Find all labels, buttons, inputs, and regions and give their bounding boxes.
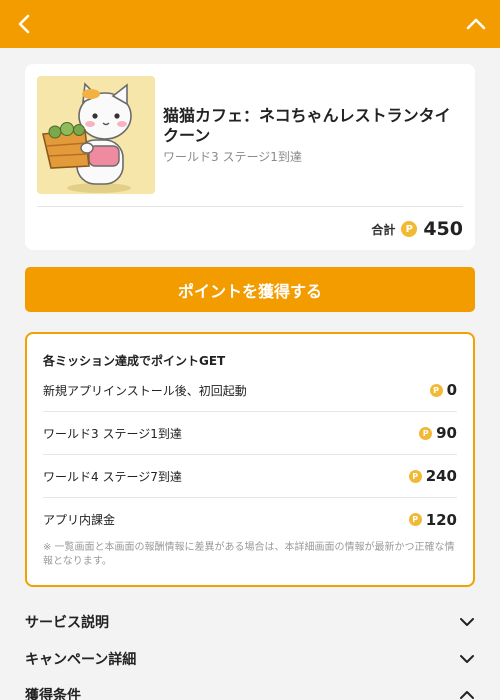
accordion-label: キャンペーン詳細: [25, 652, 137, 668]
app-title: 猫猫カフェ：ネコちゃんレストランタイクーン: [163, 106, 451, 145]
disclaimer-note: ※ 一覧画面と本画面の報酬情報に差異がある場合は、本詳細画面の情報が最新かつ正確…: [43, 542, 455, 567]
mission-list-box: 各ミッション達成でポイントGET 新規アプリインストール後、初回起動 P 0 ワ…: [25, 332, 475, 587]
chevron-down-icon: [460, 618, 474, 626]
chevron-up-icon: [466, 18, 486, 30]
mission-points: P 90: [419, 424, 457, 442]
point-coin-icon: P: [401, 221, 418, 237]
mission-points: P 0: [429, 381, 457, 399]
accordion-label: 獲得条件: [25, 688, 81, 700]
accordion-service-description[interactable]: サービス説明: [25, 607, 475, 637]
point-coin-icon: P: [408, 469, 422, 483]
mission-label: ワールド3 ステージ1到達: [43, 426, 182, 441]
point-coin-icon: P: [408, 513, 422, 526]
mission-list-title: 各ミッション達成でポイントGET: [43, 354, 226, 368]
accordion-label: サービス説明: [25, 615, 109, 631]
mission-points-value: 240: [425, 467, 457, 485]
chevron-up-icon: [460, 691, 474, 699]
mission-points-value: 120: [425, 510, 457, 529]
total-points-row: 合計 P 450: [371, 216, 463, 242]
app-card: 猫猫カフェ：ネコちゃんレストランタイクーン ワールド3 ステージ1到達 合計 P…: [25, 64, 475, 250]
mission-item: ワールド4 ステージ7到達 P 240: [43, 455, 457, 498]
app-thumbnail[interactable]: [37, 76, 155, 194]
mission-points: P 120: [408, 510, 457, 529]
earn-points-button[interactable]: ポイントを獲得する: [25, 267, 475, 312]
divider: [37, 206, 463, 207]
accordion-earning-conditions[interactable]: 獲得条件: [25, 680, 475, 700]
point-coin-icon: P: [429, 383, 443, 397]
chevron-down-icon: [460, 655, 474, 663]
mission-points-value: 90: [436, 424, 457, 442]
total-label: 合計: [371, 222, 396, 237]
top-bar: [0, 0, 500, 48]
collapse-button[interactable]: [452, 0, 500, 48]
mission-label: ワールド4 ステージ7到達: [43, 469, 182, 484]
mission-points-value: 0: [446, 381, 457, 399]
mission-points: P 240: [408, 467, 457, 485]
chevron-left-icon: [18, 14, 30, 34]
mission-item: 新規アプリインストール後、初回起動 P 0: [43, 369, 457, 412]
back-button[interactable]: [0, 0, 48, 48]
accordion-campaign-details[interactable]: キャンペーン詳細: [25, 644, 475, 674]
mission-label: アプリ内課金: [43, 513, 116, 527]
total-points-value: 450: [423, 218, 463, 240]
app-progress-subtitle: ワールド3 ステージ1到達: [163, 150, 302, 164]
cat-holding-basket-illustration: [37, 76, 155, 194]
point-coin-icon: P: [419, 426, 433, 440]
mission-label: 新規アプリインストール後、初回起動: [43, 383, 247, 398]
mission-item: アプリ内課金 P 120: [43, 498, 457, 541]
mission-item: ワールド3 ステージ1到達 P 90: [43, 412, 457, 455]
